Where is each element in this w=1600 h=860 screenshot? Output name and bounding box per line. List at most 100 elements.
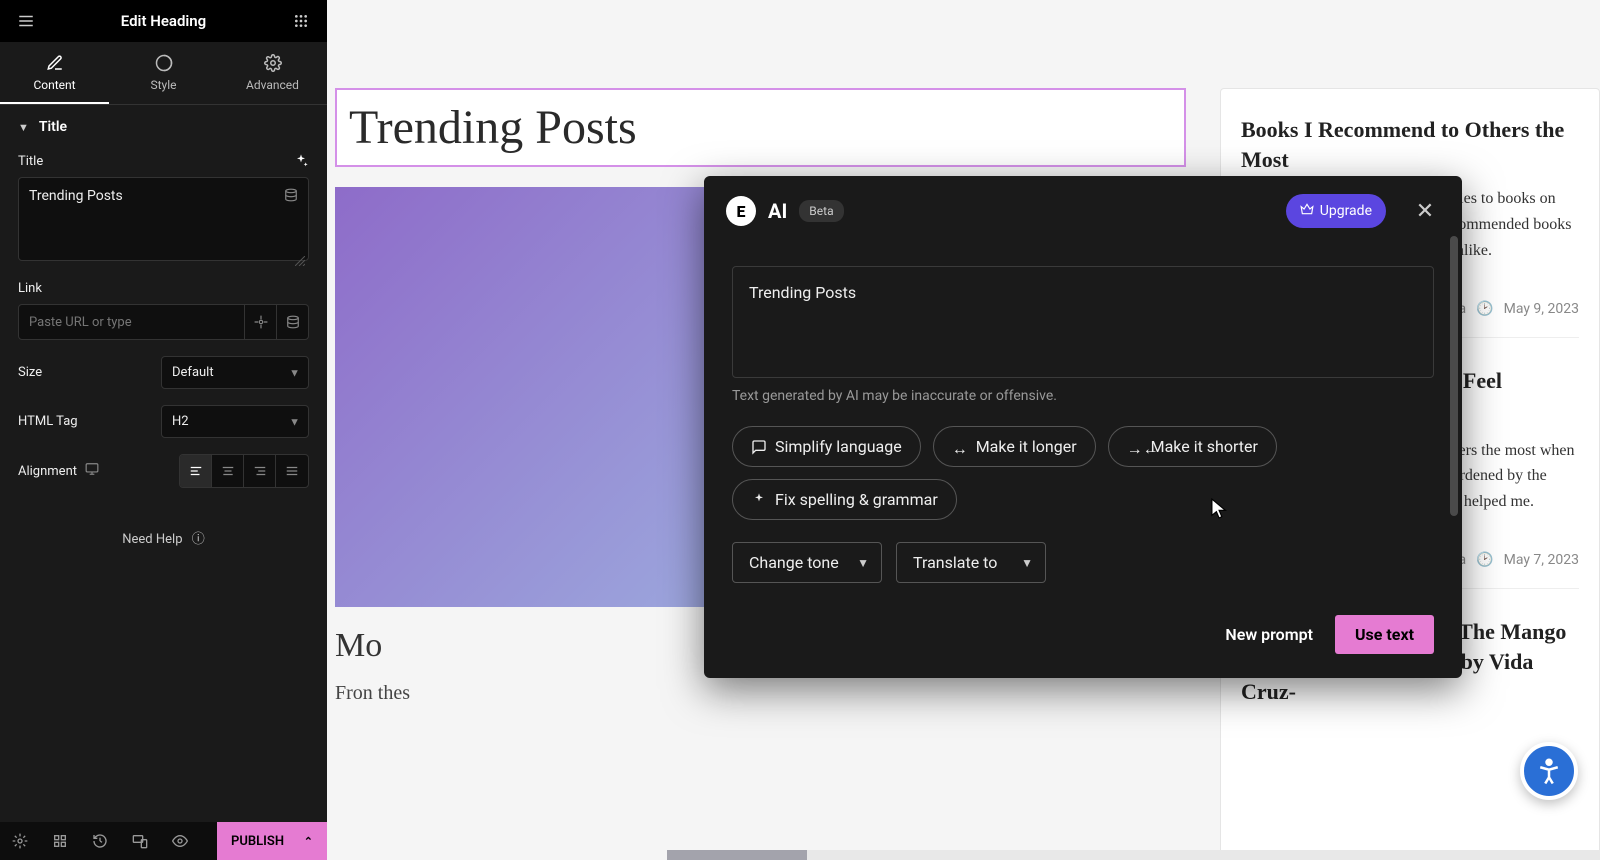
chip-label: Make it longer	[976, 437, 1077, 456]
horizontal-scrollbar[interactable]	[667, 850, 1600, 860]
editor-tabs: Content Style Advanced	[0, 42, 327, 105]
heading-widget[interactable]: Trending Posts	[335, 88, 1186, 167]
chevron-down-icon: ▼	[857, 556, 869, 570]
post-excerpt-partial: Fron thes	[335, 677, 1186, 709]
hamburger-icon[interactable]	[12, 7, 40, 35]
simplify-language-button[interactable]: Simplify language	[732, 426, 921, 467]
tab-style[interactable]: Style	[109, 42, 218, 104]
close-button[interactable]: ✕	[1410, 196, 1440, 226]
chip-label: Make it shorter	[1151, 437, 1258, 456]
post-date: May 9, 2023	[1504, 301, 1579, 317]
size-value: Default	[172, 365, 214, 380]
panel-footer: PUBLISH ⌃	[0, 822, 327, 860]
html-tag-label: HTML Tag	[18, 414, 78, 429]
tab-advanced[interactable]: Advanced	[218, 42, 327, 104]
ai-suggestion-chips: Simplify language ↔ Make it longer →← Ma…	[732, 426, 1434, 520]
new-prompt-button[interactable]: New prompt	[1225, 625, 1313, 644]
responsive-mode-icon[interactable]	[120, 822, 160, 860]
ai-disclaimer: Text generated by AI may be inaccurate o…	[732, 388, 1434, 404]
sparkle-icon	[751, 492, 767, 508]
apps-grid-icon[interactable]	[287, 7, 315, 35]
title-textarea[interactable]	[18, 177, 309, 261]
alignment-label: Alignment	[18, 464, 77, 479]
heading-text: Trending Posts	[349, 100, 1172, 155]
chip-label: Fix spelling & grammar	[775, 490, 938, 509]
ai-modal-footer: New prompt Use text	[704, 607, 1462, 678]
chevron-up-icon: ⌃	[304, 835, 313, 848]
history-icon[interactable]	[80, 822, 120, 860]
help-icon: ⓘ	[192, 532, 205, 547]
html-tag-select[interactable]: H2 ▼	[161, 405, 309, 438]
chevron-down-icon: ▼	[18, 121, 29, 134]
clock-icon: 🕑	[1476, 552, 1493, 568]
section-label: Title	[39, 119, 67, 135]
ai-text-output[interactable]: Trending Posts	[732, 266, 1434, 378]
settings-icon[interactable]	[0, 822, 40, 860]
align-center-button[interactable]	[212, 455, 244, 487]
chat-icon	[751, 439, 767, 455]
responsive-icon[interactable]	[85, 462, 99, 480]
translate-select[interactable]: Translate to ▼	[896, 542, 1046, 583]
crown-icon	[1300, 202, 1314, 220]
section-toggle-title[interactable]: ▼ Title	[0, 105, 327, 149]
ai-logo-icon: E	[726, 196, 756, 226]
ai-modal-header: E AI Beta Upgrade ✕	[704, 176, 1462, 246]
beta-badge: Beta	[799, 200, 843, 222]
tab-label: Advanced	[246, 78, 299, 92]
ai-sparkle-icon[interactable]	[293, 153, 309, 169]
ai-modal: E AI Beta Upgrade ✕ Trending Posts Text …	[704, 176, 1462, 678]
title-field: Title Link Size	[0, 149, 327, 559]
make-longer-button[interactable]: ↔ Make it longer	[933, 426, 1096, 467]
size-select[interactable]: Default ▼	[161, 356, 309, 389]
select-label: Translate to	[913, 553, 997, 572]
change-tone-select[interactable]: Change tone ▼	[732, 542, 882, 583]
link-input[interactable]	[18, 304, 245, 340]
align-left-button[interactable]	[180, 455, 212, 487]
fix-spelling-button[interactable]: Fix spelling & grammar	[732, 479, 957, 520]
upgrade-button[interactable]: Upgrade	[1286, 194, 1386, 228]
link-dynamic-icon[interactable]	[277, 304, 309, 340]
tab-label: Content	[33, 78, 75, 92]
panel-header: Edit Heading	[0, 0, 327, 42]
ai-scrollbar[interactable]	[1450, 236, 1458, 668]
use-text-button[interactable]: Use text	[1335, 615, 1434, 654]
collapse-icon: →←	[1127, 439, 1143, 455]
html-tag-value: H2	[172, 414, 189, 429]
need-help-label: Need Help	[122, 532, 182, 547]
editor-canvas: Trending Posts Mo Fron thes Books I Reco…	[327, 0, 1600, 860]
expand-icon: ↔	[952, 439, 968, 455]
tab-content[interactable]: Content	[0, 42, 109, 104]
select-label: Change tone	[749, 553, 839, 572]
clock-icon: 🕑	[1476, 301, 1493, 317]
scrollbar-thumb[interactable]	[667, 850, 807, 860]
link-options-icon[interactable]	[245, 304, 277, 340]
chevron-down-icon: ▼	[289, 415, 300, 428]
sidebar-post-title[interactable]: Books I Recommend to Others the Most	[1241, 115, 1579, 174]
accessibility-button[interactable]	[1520, 742, 1578, 800]
panel-title: Edit Heading	[40, 12, 287, 30]
scrollbar-thumb[interactable]	[1450, 236, 1458, 516]
size-label: Size	[18, 365, 42, 380]
ai-title-label: AI	[768, 199, 787, 223]
ai-selects-row: Change tone ▼ Translate to ▼	[732, 542, 1434, 583]
make-shorter-button[interactable]: →← Make it shorter	[1108, 426, 1277, 467]
dynamic-tags-icon[interactable]	[281, 185, 301, 205]
resize-grip[interactable]	[295, 251, 305, 261]
align-right-button[interactable]	[244, 455, 276, 487]
post-date: May 7, 2023	[1504, 552, 1579, 568]
tab-label: Style	[150, 78, 176, 92]
editor-panel: Edit Heading Content Style Advanced ▼ Ti…	[0, 0, 327, 860]
need-help-link[interactable]: Need Help ⓘ	[18, 528, 309, 547]
ai-modal-body: Trending Posts Text generated by AI may …	[704, 246, 1462, 607]
link-label: Link	[18, 281, 309, 296]
publish-button[interactable]: PUBLISH ⌃	[217, 822, 327, 860]
field-label: Title	[18, 154, 43, 169]
navigator-icon[interactable]	[40, 822, 80, 860]
chip-label: Simplify language	[775, 437, 902, 456]
preview-icon[interactable]	[160, 822, 200, 860]
align-justify-button[interactable]	[276, 455, 308, 487]
publish-label: PUBLISH	[231, 834, 284, 849]
chevron-down-icon: ▼	[289, 366, 300, 379]
alignment-group	[179, 454, 309, 488]
upgrade-label: Upgrade	[1320, 203, 1372, 219]
